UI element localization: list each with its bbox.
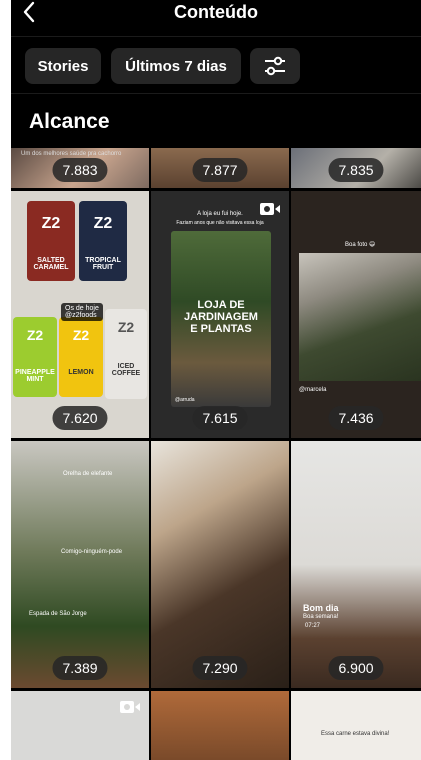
reach-count: 7.883 <box>52 158 108 182</box>
story-tile[interactable]: 7.835 <box>291 148 421 188</box>
product-pouch: Z2 SALTED CARAMEL <box>27 201 75 281</box>
app-screen: Conteúdo Stories Últimos 7 dias Alcance … <box>11 0 421 760</box>
reach-count: 7.620 <box>52 406 108 430</box>
reach-count: 7.877 <box>192 158 248 182</box>
page-title: Conteúdo <box>174 2 258 22</box>
product-pouch: Z2 PINEAPPLE MINT <box>13 317 57 397</box>
product-pouch: Z2 ICED COFFEE <box>105 309 147 399</box>
story-tile[interactable]: Essa carne estava divina! <box>291 691 421 760</box>
story-tile[interactable]: A loja eu fui hoje. Faziam anos que não … <box>151 191 289 438</box>
section-title: Alcance <box>29 110 110 133</box>
reach-count: 7.389 <box>52 656 108 680</box>
story-tile[interactable]: Z2 SALTED CARAMEL Z2 TROPICAL FRUIT Z2 P… <box>11 191 149 438</box>
product-pouch: Z2 LEMON <box>59 317 103 397</box>
story-tile[interactable]: 7.290 <box>151 441 289 688</box>
reach-count: 6.900 <box>328 656 384 680</box>
story-tile[interactable] <box>11 691 149 760</box>
story-tile[interactable]: 7.877 <box>151 148 289 188</box>
story-tile[interactable]: Bom dia Boa semana! 07:27 6.900 <box>291 441 421 688</box>
reach-count: 7.615 <box>192 406 248 430</box>
story-tile[interactable] <box>151 691 289 760</box>
top-bar: Conteúdo <box>11 0 421 34</box>
story-tile[interactable]: Boa foto 😄 @marcela 7.436 <box>291 191 421 438</box>
reach-count: 7.290 <box>192 656 248 680</box>
product-pouch: Z2 TROPICAL FRUIT <box>79 201 127 281</box>
story-photo <box>299 253 421 381</box>
sliders-icon <box>265 56 285 76</box>
caption-tag: Os de hoje @z2foods <box>61 303 103 321</box>
reels-icon <box>260 203 280 215</box>
filter-bar: Stories Últimos 7 dias <box>11 36 421 94</box>
story-tile[interactable]: Um dos melhores saúde pra cachorro 7.883 <box>11 148 149 188</box>
story-photo: LOJA DE JARDINAGEM E PLANTAS @arruda <box>171 231 271 407</box>
period-filter-button[interactable]: Últimos 7 dias <box>111 48 241 84</box>
filter-settings-button[interactable] <box>250 48 300 84</box>
reach-count: 7.436 <box>328 406 384 430</box>
story-tile[interactable]: Orelha de elefante Comigo-ninguém-pode E… <box>11 441 149 688</box>
reach-count: 7.835 <box>328 158 384 182</box>
reels-icon <box>120 701 140 713</box>
content-grid: Um dos melhores saúde pra cachorro 7.883… <box>11 148 421 760</box>
stories-filter-button[interactable]: Stories <box>25 48 101 84</box>
